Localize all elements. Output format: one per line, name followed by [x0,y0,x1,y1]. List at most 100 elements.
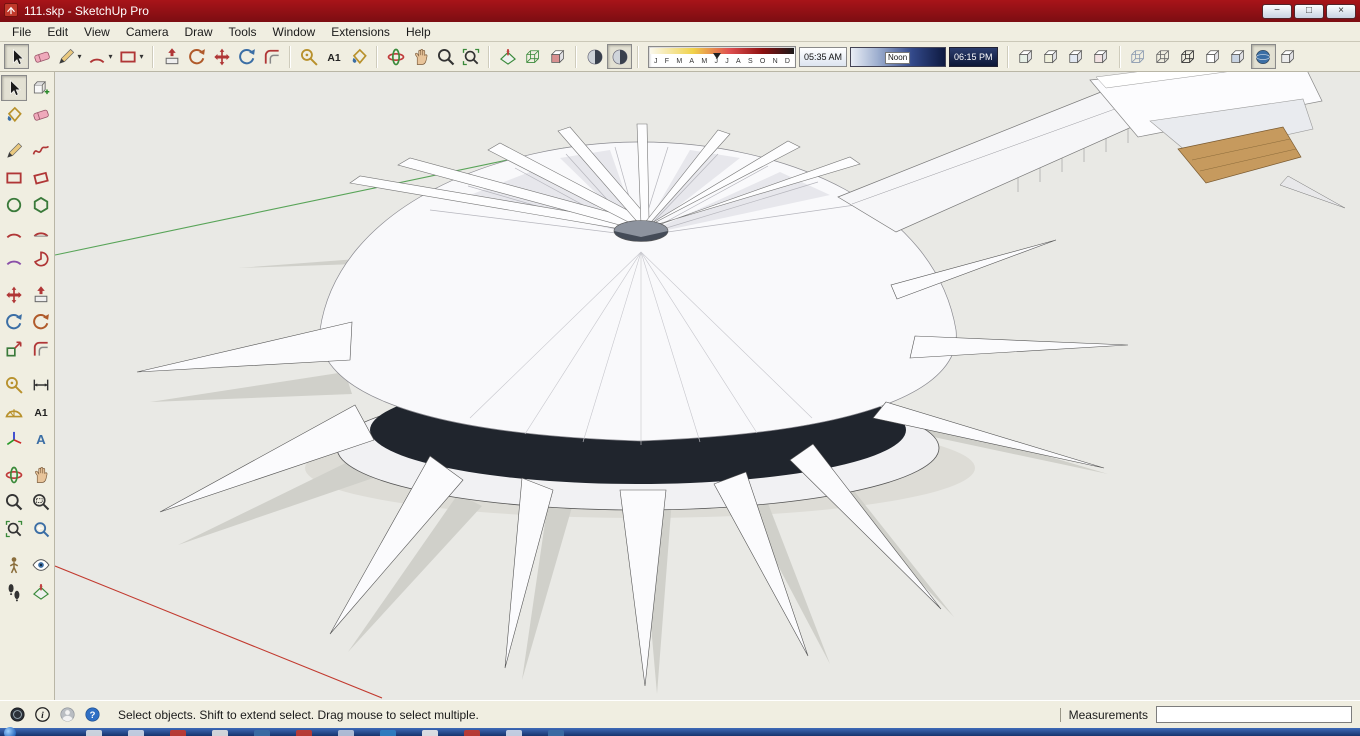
minimize-button[interactable]: − [1262,3,1292,19]
taskbar-app-fragment[interactable] [422,730,438,736]
date-slider-handle[interactable] [713,52,722,59]
protractor-tool[interactable] [1,399,27,425]
previous-view-tool[interactable] [28,516,54,542]
pan-tool-button[interactable] [408,44,433,69]
paint-bucket-tool[interactable] [1,102,27,128]
follow-me-tool-button[interactable] [184,44,209,69]
taskbar-app-fragment[interactable] [338,730,354,736]
freehand-tool[interactable] [28,138,54,164]
style-monochrome-button[interactable] [1276,44,1301,69]
arc-tool[interactable] [1,219,27,245]
offset-tool[interactable] [28,336,54,362]
sign-in-icon[interactable] [58,705,77,724]
menu-view[interactable]: View [76,23,118,41]
shadow-time-slider[interactable]: Noon [850,46,947,67]
section-plane-tool-button[interactable] [495,44,520,69]
display-section-planes-toggle-button[interactable] [520,44,545,69]
polygon-tool[interactable] [28,192,54,218]
make-component-tool[interactable] [28,75,54,101]
start-button-fragment[interactable] [4,727,16,736]
menu-tools[interactable]: Tools [221,23,265,41]
display-section-cuts-toggle-button[interactable] [545,44,570,69]
position-camera-tool[interactable] [1,552,27,578]
style-shaded-button[interactable] [1226,44,1251,69]
follow-me-tool[interactable] [28,309,54,335]
windows-taskbar[interactable] [0,727,1360,736]
taskbar-app-fragment[interactable] [380,730,396,736]
style-shaded-with-textures-button[interactable] [1250,44,1276,69]
top-view-button[interactable] [1039,44,1064,69]
push-pull-tool-button[interactable] [159,44,184,69]
menu-file[interactable]: File [4,23,39,41]
dropdown-arrow-icon[interactable]: ▾ [138,52,145,61]
shadow-date-slider[interactable]: JFMAMJJASOND [648,45,796,68]
push-pull-tool[interactable] [28,282,54,308]
pan-tool[interactable] [28,462,54,488]
shadow-start-time-field[interactable]: 05:35 AM [799,46,848,67]
model-viewport[interactable] [55,72,1360,700]
scale-tool[interactable] [1,336,27,362]
dimension-tool[interactable] [28,372,54,398]
iso-view-button[interactable] [1014,44,1039,69]
taskbar-app-fragment[interactable] [128,730,144,736]
taskbar-app-fragment[interactable] [464,730,480,736]
rotate-tool[interactable] [1,309,27,335]
style-back-edges-button[interactable] [1151,44,1176,69]
measurements-input[interactable] [1156,706,1352,723]
menu-edit[interactable]: Edit [39,23,76,41]
help-icon[interactable]: ? [83,705,102,724]
orbit-tool[interactable] [1,462,27,488]
tape-measure-tool-button[interactable] [296,44,321,69]
dropdown-arrow-icon[interactable]: ▾ [107,52,114,61]
move-tool[interactable] [1,282,27,308]
paint-bucket-tool-button[interactable] [346,44,371,69]
rotate-tool-button[interactable] [234,44,259,69]
taskbar-app-fragment[interactable] [506,730,522,736]
eraser-tool[interactable] [28,102,54,128]
zoom-window-tool[interactable] [28,489,54,515]
taskbar-app-fragment[interactable] [212,730,228,736]
taskbar-app-fragment[interactable] [296,730,312,736]
zoom-tool-button[interactable] [433,44,458,69]
circle-tool[interactable] [1,192,27,218]
line-tool[interactable] [1,138,27,164]
tape-measure-tool[interactable] [1,372,27,398]
line-tool-button[interactable]: ▾ [54,44,85,69]
section-plane-tool[interactable] [28,579,54,605]
rotated-rectangle-tool[interactable] [28,165,54,191]
zoom-extents-tool[interactable] [1,516,27,542]
model-canvas[interactable] [55,72,1360,700]
orbit-tool-button[interactable] [383,44,408,69]
axes-tool[interactable] [1,426,27,452]
rectangle-tool[interactable] [1,165,27,191]
right-view-button[interactable] [1089,44,1114,69]
arc-tools-button[interactable]: ▾ [85,44,116,69]
move-tool-button[interactable] [209,44,234,69]
look-around-tool[interactable] [28,552,54,578]
3d-text-tool[interactable]: A [28,426,54,452]
text-tool-button[interactable]: A1 [321,44,346,69]
style-hidden-line-button[interactable] [1201,44,1226,69]
front-view-button[interactable] [1064,44,1089,69]
text-tool[interactable]: A1 [28,399,54,425]
taskbar-app-fragment[interactable] [548,730,564,736]
close-button[interactable]: × [1326,3,1356,19]
taskbar-app-fragment[interactable] [254,730,270,736]
walk-tool[interactable] [1,579,27,605]
menu-help[interactable]: Help [398,23,439,41]
two-point-arc-tool[interactable] [28,219,54,245]
select-tool[interactable] [0,75,27,101]
taskbar-app-fragment[interactable] [86,730,102,736]
geo-location-icon[interactable] [8,705,27,724]
shadows-toggle-button[interactable] [607,44,632,69]
shadow-settings-dialog-button[interactable] [582,44,607,69]
three-point-arc-tool[interactable] [1,246,27,272]
credits-icon[interactable]: i [33,705,52,724]
maximize-button[interactable]: □ [1294,3,1324,19]
menu-camera[interactable]: Camera [118,23,177,41]
offset-tool-button[interactable] [259,44,284,69]
pane-grip[interactable] [1059,707,1061,722]
menu-extensions[interactable]: Extensions [323,23,398,41]
menu-window[interactable]: Window [265,23,324,41]
style-x-ray-button[interactable] [1126,44,1151,69]
